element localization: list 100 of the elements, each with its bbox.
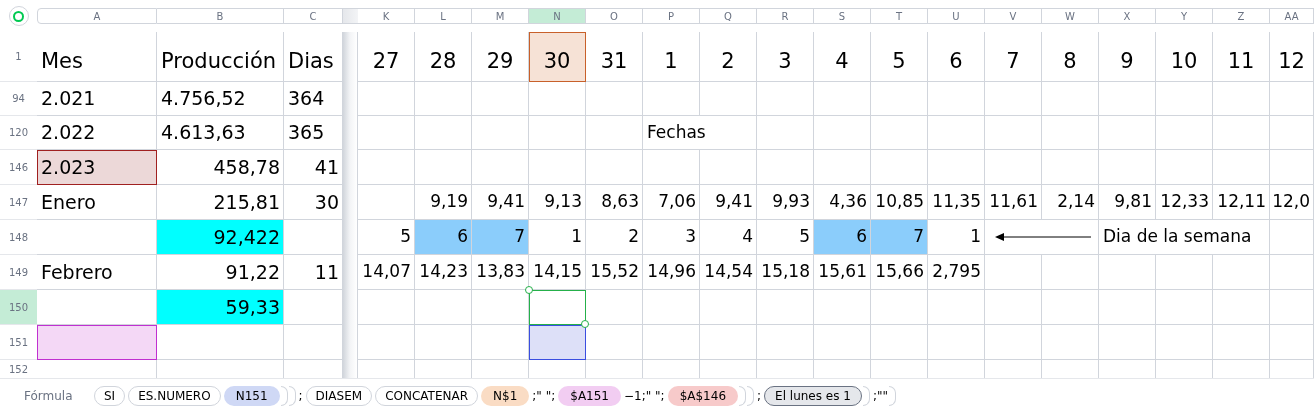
cell-text: 215,81 [213,189,280,215]
cell-text: 1 [970,225,981,249]
cell-text: 6 [949,47,963,75]
reference-token[interactable]: N151 [223,386,280,406]
cell-text: 30 [543,47,571,75]
cell-text: 7,06 [658,190,696,214]
column-header[interactable]: P [643,8,700,24]
column-header[interactable]: Z [1213,8,1270,24]
table-cell [985,290,1042,325]
table-cell [1270,116,1314,150]
formula-field[interactable]: SI ES.NUMERO N151 ; DIASEM CONCATENAR N$1 ;" "; $A151 −1;" "; $A$146 ; El lunes es 1 ;"" [90,383,896,409]
cell-text: 12,33 [1160,190,1209,214]
reference-token[interactable]: N$1 [481,386,530,406]
cell-text: 59,33 [225,294,280,320]
column-header[interactable]: M [472,8,529,24]
formula-text: ; [757,388,762,405]
column-header[interactable]: AA [1270,8,1314,24]
cell-text: 9,41 [715,190,753,214]
cell-text: 3 [685,225,696,249]
formula-text: ;"" [872,388,888,405]
cell-text: 4.756,52 [161,86,246,112]
cell-text: 15,18 [761,260,810,284]
cell-text: 7 [1006,47,1020,75]
table-cell [1213,290,1270,325]
cell-text: Mes [41,47,83,75]
cell-text: 9,13 [544,190,582,214]
cell-text: 6 [856,225,867,249]
column-header[interactable]: V [985,8,1042,24]
column-header[interactable]: U [928,8,985,24]
cell-text: 8,63 [601,190,639,214]
table-cell [1042,116,1099,150]
column-header[interactable]: A [37,8,157,24]
table-cell [529,116,586,150]
cell-text: 27 [372,47,400,75]
cell-text: 3 [778,47,792,75]
cell-text: 2.021 [41,86,96,112]
column-header[interactable]: R [757,8,814,24]
formula-text: ;" "; [532,388,556,405]
table-cell [1042,290,1099,325]
column-header[interactable]: S [814,8,871,24]
cell-text: 29 [486,47,514,75]
table-cell [757,325,814,360]
table-cell [1213,325,1270,360]
cell-text: 7 [913,225,924,249]
table-cell [928,325,985,360]
cell-text: 365 [288,120,325,146]
reference-token[interactable]: $A151 [558,386,621,406]
cell-text: 5 [892,47,906,75]
cell-text: 14,96 [647,260,696,284]
formula-label: Fórmula [23,388,74,405]
table-cell [1042,325,1099,360]
cell-text: 1 [571,225,582,249]
table-cell [1270,290,1314,325]
cell-text: 14,15 [533,260,582,284]
cell-text: 12,11 [1217,190,1266,214]
cell-text: 11 [1227,47,1255,75]
cell-text: Producción [161,47,277,75]
cell-text: 12,0 [1272,190,1310,214]
column-header[interactable]: N [529,8,586,24]
function-token: CONCATENAR [375,386,479,406]
table-cell [1270,325,1314,360]
cell-text: 4 [835,47,849,75]
selection-handle[interactable] [525,286,533,294]
column-header[interactable]: W [1042,8,1099,24]
column-header[interactable]: T [871,8,928,24]
column-header[interactable]: O [586,8,643,24]
cell-text: 2.022 [41,120,96,146]
table-cell [1270,255,1314,290]
table-cell [871,116,928,150]
cell-text: 14,54 [704,260,753,284]
column-header[interactable]: B [157,8,284,24]
cell-text: 11,61 [989,190,1038,214]
cell-text: 10 [1170,47,1198,75]
cell-text: 458,78 [213,154,280,180]
table-cell [415,116,472,150]
cell-text: 28 [429,47,457,75]
cell-text: Dias [288,47,334,75]
row-header[interactable]: 150 [0,290,37,325]
table-cell [1099,325,1156,360]
cell-text: 9,41 [487,190,525,214]
cell-text: 11 [314,259,339,285]
column-header[interactable]: X [1099,8,1156,24]
cell-text: 5 [400,225,411,249]
cell-text: 9,93 [772,190,810,214]
string-token: El lunes es 1 [764,386,862,406]
cell-text: 10,85 [875,190,924,214]
table-cell [928,116,985,150]
column-header[interactable]: Q [700,8,757,24]
function-token: ES.NUMERO [128,386,221,406]
cell-text: 9 [1120,47,1134,75]
reference-token[interactable]: $A$146 [667,386,739,406]
cell-text: 7 [514,225,525,249]
cell-text: 31 [600,47,628,75]
column-header[interactable]: K [358,8,415,24]
cell-text: 4,36 [829,190,867,214]
cell-text: 9,19 [430,190,468,214]
column-header[interactable]: L [415,8,472,24]
column-header[interactable]: Y [1156,8,1213,24]
table-cell [871,325,928,360]
column-header[interactable]: C [284,8,343,24]
